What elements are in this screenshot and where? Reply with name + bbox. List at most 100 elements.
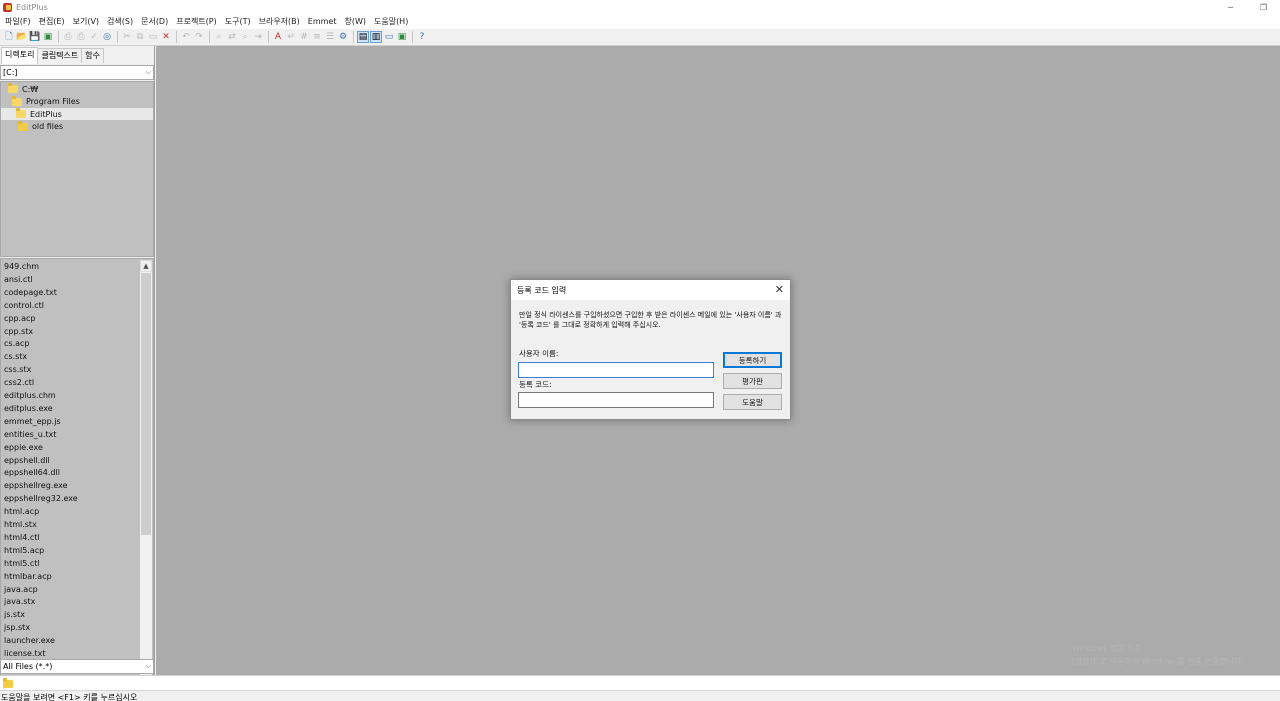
menu-item-1[interactable]: 편집(E) [35,16,69,27]
goto-line-icon[interactable]: ⇥ [252,31,264,43]
file-list-item[interactable]: eppshell64.dll [4,466,60,479]
dialog-title: 등록 코드 입력 [517,285,567,295]
file-list-item[interactable]: emmet_epp.js [4,415,61,428]
file-filter-select[interactable]: All Files (*.*) ⌵ [0,659,154,674]
file-list-scrollbar[interactable]: ▲ ▼ [140,260,152,701]
tab-cliptext[interactable]: 클립텍스트 [37,48,83,63]
context-help-icon[interactable]: ? [416,31,428,43]
drive-select-value: [C:] [3,68,18,77]
file-list-item[interactable]: codepage.txt [4,286,57,299]
file-list-item[interactable]: control.ctl [4,299,44,312]
evaluate-button[interactable]: 평가판 [723,373,782,389]
tab-directory[interactable]: 디렉토리 [1,47,39,64]
chevron-down-icon: ⌵ [145,68,151,76]
menu-item-4[interactable]: 문서(D) [137,16,172,27]
tree-node[interactable]: Program Files [12,95,80,108]
menu-item-6[interactable]: 도구(T) [221,16,255,27]
paste-icon[interactable]: ▭ [147,31,159,43]
menu-item-2[interactable]: 보기(V) [69,16,103,27]
file-list-item[interactable]: cs.stx [4,350,27,363]
minimize-icon[interactable]: ─ [1214,0,1247,14]
menu-item-0[interactable]: 파일(F) [1,16,35,27]
scroll-up-icon[interactable]: ▲ [140,260,152,272]
tab-functions[interactable]: 함수 [81,48,104,63]
menu-item-7[interactable]: 브라우저(B) [255,16,304,27]
editplus-logo-icon [3,2,12,12]
ruler-icon[interactable]: ☰ [324,31,336,43]
file-list-item[interactable]: java.stx [4,595,35,608]
close-icon[interactable]: ✕ [775,283,784,296]
file-list-item[interactable]: entities_u.txt [4,428,56,441]
print-preview-icon[interactable]: ⎙ [75,31,87,43]
file-list-item[interactable]: eppie.exe [4,441,43,454]
undo-icon[interactable]: ↶ [180,31,192,43]
file-list-item[interactable]: java.acp [4,583,38,596]
tree-node[interactable]: old files [18,120,63,133]
file-list-item[interactable]: jsp.stx [4,621,30,634]
delete-icon[interactable]: ✕ [160,31,172,43]
watermark-line1: Windows 정품 인증 [1071,644,1142,653]
dialog-title-bar: 등록 코드 입력 ✕ [511,280,790,300]
output-window-icon[interactable]: ▭ [383,31,395,43]
cut-icon[interactable]: ✂ [121,31,133,43]
font-icon[interactable]: A [272,31,284,43]
file-list-item[interactable]: css.stx [4,363,31,376]
tree-node[interactable]: EditPlus [1,108,153,120]
new-file-icon[interactable]: 🗋 [3,31,15,43]
menu-item-9[interactable]: 창(W) [340,16,370,27]
word-wrap-icon[interactable]: ↵ [285,31,297,43]
menu-item-3[interactable]: 검색(S) [103,16,137,27]
fullscreen-icon[interactable]: ▣ [396,31,408,43]
file-list-item[interactable]: launcher.exe [4,634,55,647]
find-in-files-icon[interactable]: ⌕ [239,31,251,43]
open-file-icon[interactable]: 📂 [16,31,28,43]
spell-check-icon[interactable]: ✓ [88,31,100,43]
title-bar: EditPlus ─ ❐ [0,0,1280,14]
menu-item-5[interactable]: 프로젝트(P) [172,16,221,27]
replace-icon[interactable]: ⇄ [226,31,238,43]
folder-icon [18,120,28,131]
file-list-item[interactable]: eppshellreg32.exe [4,492,78,505]
settings-icon[interactable]: ⚙ [337,31,349,43]
menu-item-10[interactable]: 도움말(H) [370,16,412,27]
scrollbar-thumb[interactable] [141,273,151,535]
regcode-field[interactable] [518,392,714,408]
username-field[interactable] [518,362,714,378]
file-list-item[interactable]: 949.chm [4,260,39,273]
print-icon[interactable]: ⎙ [62,31,74,43]
find-icon[interactable]: ⌕ [213,31,225,43]
drive-select[interactable]: [C:] ⌵ [0,65,154,80]
file-list-item[interactable]: css2.ctl [4,376,34,389]
document-tab-strip [0,675,1280,690]
file-list-item[interactable]: html.acp [4,505,39,518]
restore-icon[interactable]: ❐ [1247,0,1280,14]
file-list-item[interactable]: html5.acp [4,544,44,557]
file-list-item[interactable]: cs.acp [4,337,30,350]
file-list-item[interactable]: eppshellreg.exe [4,479,68,492]
file-list-item[interactable]: cpp.stx [4,325,33,338]
file-list-item[interactable]: cpp.acp [4,312,35,325]
column-select-icon[interactable]: # [298,31,310,43]
tree-node[interactable]: C:₩ [8,83,38,95]
file-list-item[interactable]: html4.ctl [4,531,40,544]
file-list-item[interactable]: eppshell.dll [4,454,50,467]
cliptext-window-icon[interactable]: ▥ [370,31,382,43]
file-list-item[interactable]: ansi.ctl [4,273,33,286]
redo-icon[interactable]: ↷ [193,31,205,43]
directory-window-icon[interactable]: ▤ [357,31,369,43]
help-button[interactable]: 도움말 [723,394,782,410]
file-list-item[interactable]: editplus.chm [4,389,56,402]
file-list-item[interactable]: editplus.exe [4,402,53,415]
browser-icon[interactable]: ◎ [101,31,113,43]
copy-icon[interactable]: ⧉ [134,31,146,43]
file-list-item[interactable]: htmlbar.acp [4,570,52,583]
save-icon[interactable]: 💾 [29,31,41,43]
folder-icon[interactable] [3,678,13,688]
save-all-icon[interactable]: ▣ [42,31,54,43]
register-button[interactable]: 등록하기 [723,352,782,368]
file-list-item[interactable]: html.stx [4,518,37,531]
menu-item-8[interactable]: Emmet [304,17,341,26]
file-list-item[interactable]: html5.ctl [4,557,40,570]
line-number-icon[interactable]: ≡ [311,31,323,43]
file-list-item[interactable]: js.stx [4,608,25,621]
